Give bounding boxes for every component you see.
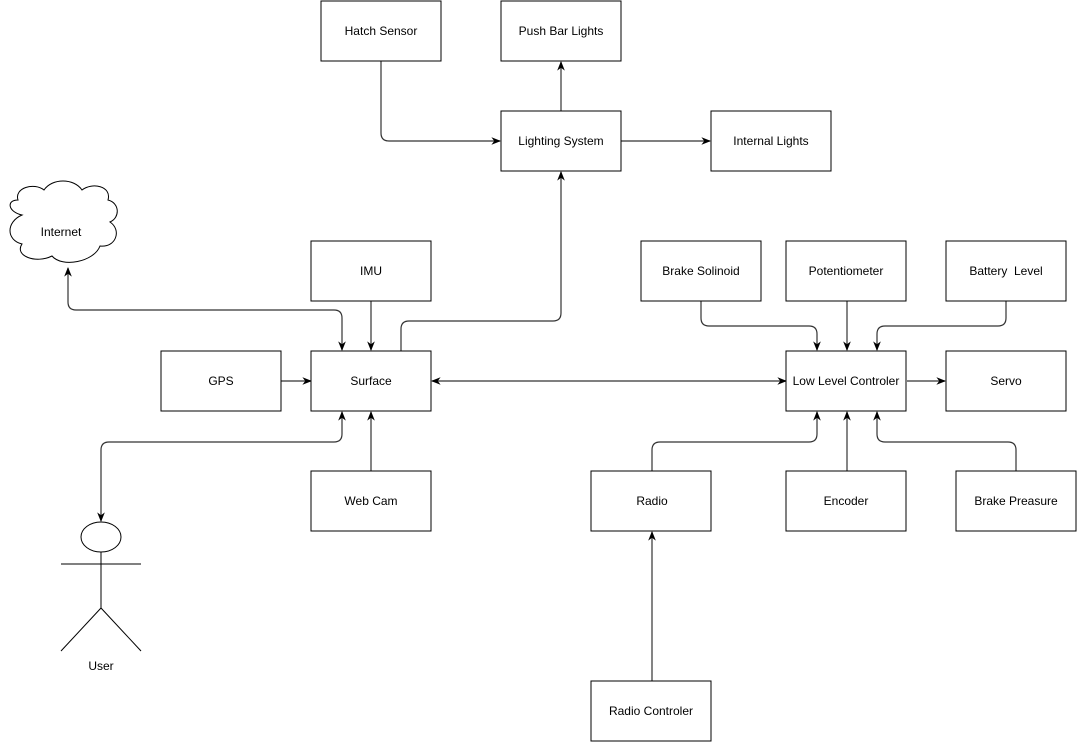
node-lighting-system[interactable]: Lighting System [500,110,622,172]
node-internet[interactable]: Internet [9,180,118,263]
node-label: User [88,659,113,673]
edge-surface-internet [64,267,346,351]
node-label: GPS [208,374,233,388]
node-label: Surface [350,374,392,388]
node-label: Servo [990,374,1022,388]
stick-figure-icon [60,521,142,652]
edge-brake-preasure-to-llc [873,411,1017,471]
node-web-cam[interactable]: Web Cam [310,470,432,532]
node-label: Internet [41,225,82,239]
node-label: Web Cam [344,494,397,508]
node-label: Low Level Controler [793,374,900,388]
node-label: Push Bar Lights [519,24,604,38]
block-diagram: Hatch Sensor Push Bar Lights Lighting Sy… [9,0,1077,742]
node-internal-lights[interactable]: Internal Lights [710,110,832,172]
node-radio-controler[interactable]: Radio Controler [590,680,712,742]
node-label: Internal Lights [733,134,808,148]
node-gps[interactable]: GPS [160,350,282,412]
node-label: Radio Controler [609,704,693,718]
node-user[interactable]: User [60,521,142,673]
node-surface[interactable]: Surface [310,350,432,412]
node-label: Brake Solinoid [662,264,739,278]
node-push-bar-lights[interactable]: Push Bar Lights [500,0,622,62]
node-label: Potentiometer [809,264,884,278]
node-label: Radio [636,494,668,508]
node-label: Battery Level [969,264,1042,278]
node-brake-solinoid[interactable]: Brake Solinoid [640,240,762,302]
node-label: IMU [360,264,382,278]
node-imu[interactable]: IMU [310,240,432,302]
edge-surface-user [97,411,346,522]
node-encoder[interactable]: Encoder [785,470,907,532]
node-label: Brake Preasure [974,494,1058,508]
node-battery-level[interactable]: Battery Level [945,240,1067,302]
node-potentiometer[interactable]: Potentiometer [785,240,907,302]
edge-battery-to-llc [873,301,1007,351]
cloud-icon [9,180,118,263]
edge-hatch-to-lighting [380,61,501,145]
node-label: Lighting System [518,134,603,148]
node-radio[interactable]: Radio [590,470,712,532]
node-low-level-controler[interactable]: Low Level Controler [785,350,907,412]
node-servo[interactable]: Servo [945,350,1067,412]
edge-radio-to-llc [651,411,821,471]
node-hatch-sensor[interactable]: Hatch Sensor [320,0,442,62]
node-brake-preasure[interactable]: Brake Preasure [955,470,1077,532]
node-label: Encoder [824,494,869,508]
node-label: Hatch Sensor [345,24,418,38]
edge-brake-solinoid-to-llc [700,301,821,351]
